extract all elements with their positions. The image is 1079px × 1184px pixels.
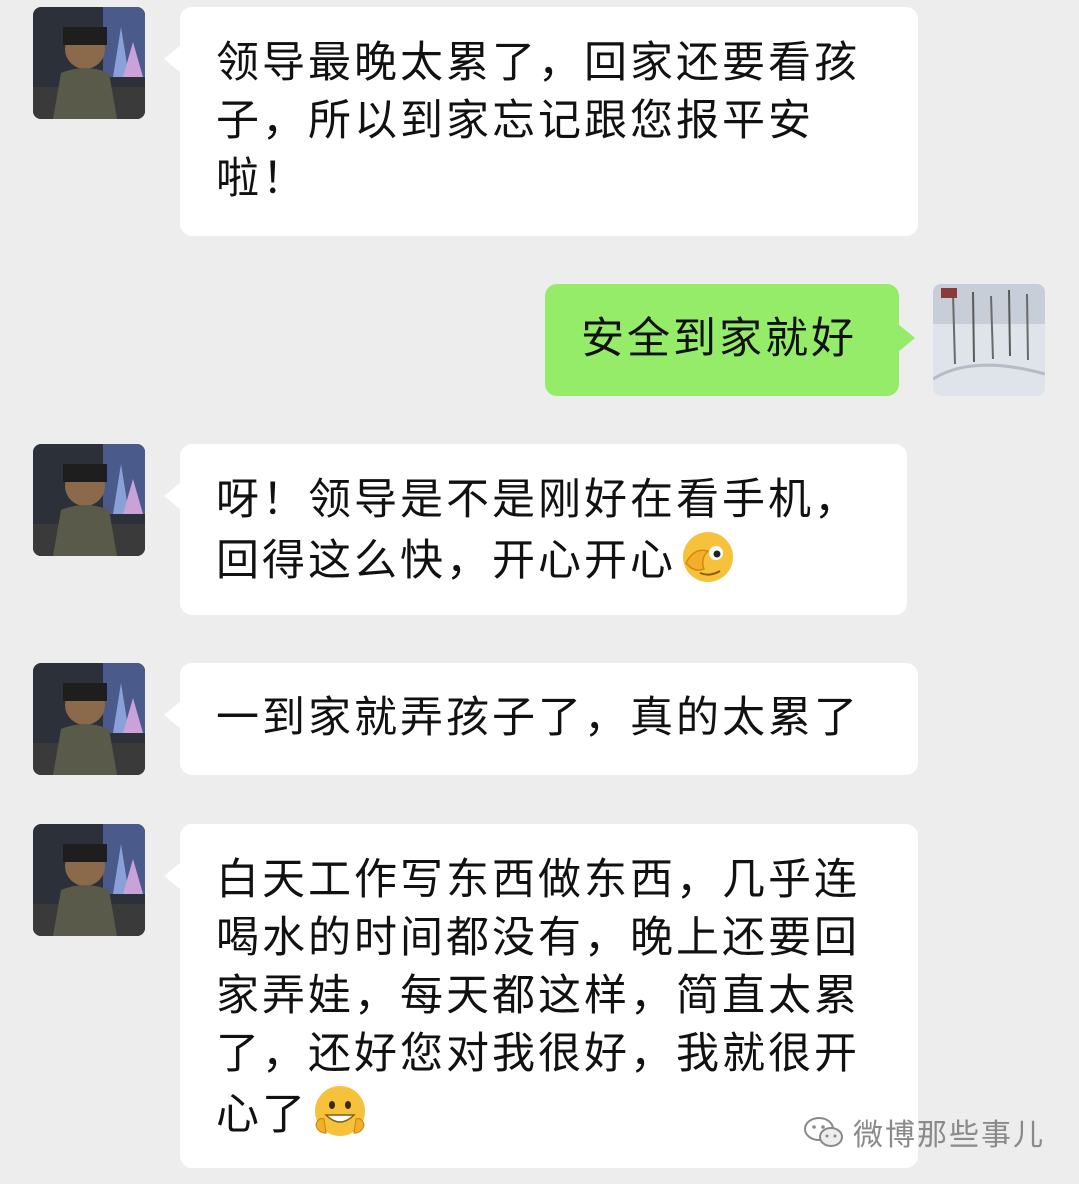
self-avatar[interactable]	[933, 284, 1045, 396]
contact-avatar-image	[33, 444, 145, 556]
message-text: 一到家就弄孩子了，真的太累了	[216, 693, 860, 743]
contact-avatar[interactable]	[33, 824, 145, 936]
wechat-icon	[803, 1115, 845, 1149]
watermark-text: 微博那些事儿	[853, 1118, 1045, 1153]
contact-avatar[interactable]	[33, 663, 145, 775]
message-text: 呀！领导是不是刚好在看手机，回得这么快，开心开心	[216, 475, 860, 586]
facepalm-peek-emoji	[680, 529, 736, 585]
self-avatar-image	[933, 284, 1045, 396]
contact-avatar-image	[33, 824, 145, 936]
message-text: 安全到家就好	[581, 314, 857, 364]
message-bubble[interactable]: 一到家就弄孩子了，真的太累了	[164, 663, 918, 775]
grin-emoji	[312, 1083, 368, 1139]
watermark: 微博那些事儿	[803, 1110, 1045, 1154]
message-bubble[interactable]: 领导最晚太累了，回家还要看孩子，所以到家忘记跟您报平安啦！	[164, 7, 918, 236]
contact-avatar[interactable]	[33, 7, 145, 119]
message-text: 领导最晚太累了，回家还要看孩子，所以到家忘记跟您报平安啦！	[216, 38, 860, 204]
contact-avatar-image	[33, 7, 145, 119]
contact-avatar[interactable]	[33, 444, 145, 556]
message-bubble[interactable]: 安全到家就好	[545, 284, 915, 396]
message-bubble[interactable]: 呀！领导是不是刚好在看手机，回得这么快，开心开心	[164, 444, 907, 615]
contact-avatar-image	[33, 663, 145, 775]
